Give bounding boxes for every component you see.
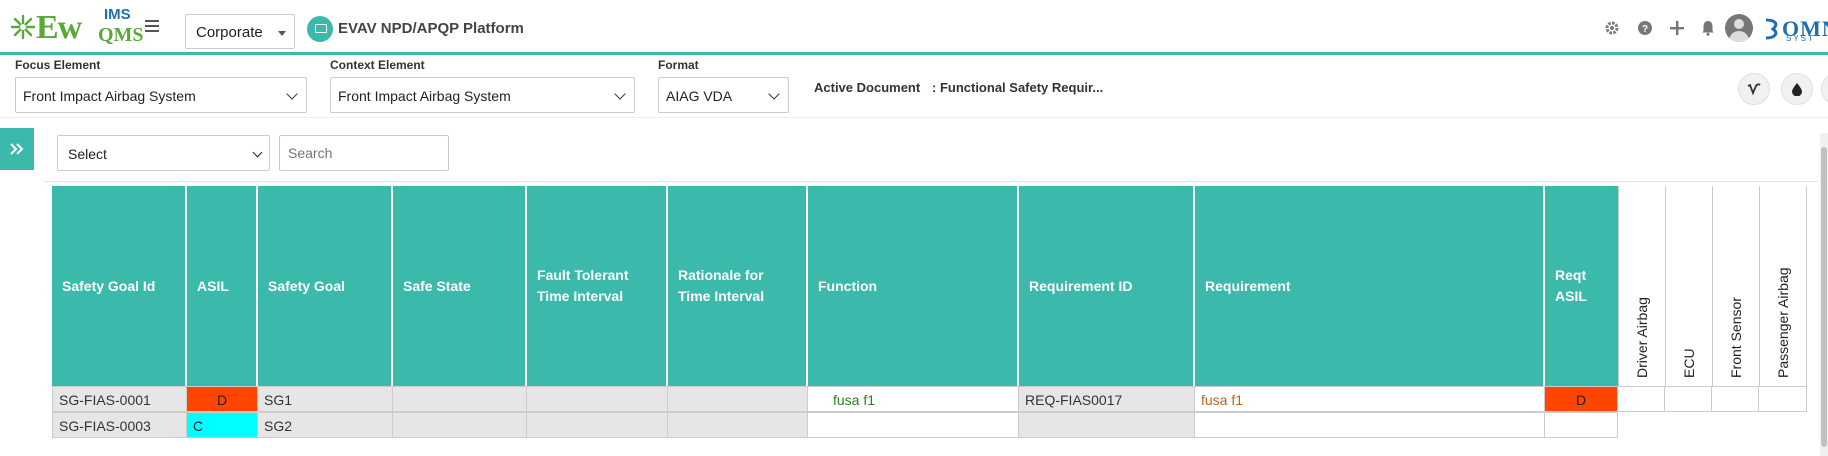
active-document-value[interactable]: : Functional Safety Requir... — [932, 80, 1103, 95]
menu-icon[interactable] — [145, 20, 159, 32]
rationale-cell[interactable] — [668, 386, 808, 412]
column-header-vertical[interactable]: Front Sensor — [1712, 186, 1759, 386]
chevron-down-icon — [286, 88, 298, 100]
ftti-cell[interactable] — [527, 412, 668, 438]
matrix-cell[interactable] — [1712, 386, 1759, 412]
vertical-column-label: ECU — [1681, 348, 1697, 378]
column-header[interactable]: ASIL — [187, 186, 258, 386]
safety-goal-id-cell[interactable]: SG-FIAS-0003 — [52, 412, 187, 438]
format-select[interactable]: AIAG VDA — [658, 77, 789, 113]
monitor-icon — [307, 16, 333, 42]
requirement-id-cell[interactable] — [1019, 412, 1195, 438]
asil-cell[interactable]: C — [187, 412, 258, 438]
table-filter-select[interactable]: Select — [57, 135, 270, 171]
logo-flower-icon — [10, 14, 36, 40]
safety-goal-cell[interactable]: SG1 — [258, 386, 393, 412]
avatar[interactable] — [1725, 14, 1753, 42]
platform-title: EVAV NPD/APQP Platform — [338, 20, 524, 37]
reqt-asil-cell[interactable] — [1545, 412, 1618, 438]
column-header[interactable]: Safe State — [393, 186, 527, 386]
column-header[interactable]: Safety Goal — [258, 186, 393, 386]
safety-goal-cell[interactable]: SG2 — [258, 412, 393, 438]
safety-goal-id-cell[interactable]: SG-FIAS-0001 — [52, 386, 187, 412]
table-row[interactable]: SG-FIAS-0003 C SG2 — [52, 412, 1807, 438]
column-header[interactable]: Safety Goal Id — [52, 186, 187, 386]
column-header[interactable]: Function — [808, 186, 1019, 386]
omni-logo-icon — [1765, 18, 1778, 40]
format-label: Format — [658, 58, 699, 72]
column-header-vertical[interactable]: Driver Airbag — [1618, 186, 1665, 386]
column-header-vertical[interactable]: ECU — [1665, 186, 1712, 386]
column-header-vertical[interactable]: Passenger Airbag — [1759, 186, 1807, 386]
bell-icon[interactable] — [1697, 14, 1719, 42]
column-header[interactable]: Requirement — [1195, 186, 1545, 386]
focus-element-label: Focus Element — [15, 58, 101, 72]
context-element-value: Front Impact Airbag System — [338, 88, 511, 104]
vertical-column-label: Front Sensor — [1728, 297, 1744, 378]
function-cell[interactable]: fusa f1 — [808, 386, 1019, 412]
filter-bar: Focus Element Front Impact Airbag System… — [0, 55, 1828, 118]
ftti-cell[interactable] — [527, 386, 668, 412]
table-filter-value: Select — [68, 146, 107, 162]
focus-element-value: Front Impact Airbag System — [23, 88, 196, 104]
scrollbar-thumb[interactable] — [1821, 147, 1827, 447]
active-document-label: Active Document — [814, 80, 921, 95]
chevron-down-icon — [614, 88, 626, 100]
format-value: AIAG VDA — [666, 88, 733, 104]
reqt-asil-cell[interactable]: D — [1545, 386, 1618, 412]
requirement-cell[interactable]: fusa f1 — [1195, 386, 1545, 412]
company-select[interactable]: Corporate — [185, 14, 295, 49]
droplet-icon[interactable] — [1781, 73, 1813, 105]
vertical-column-label: Driver Airbag — [1634, 297, 1650, 378]
matrix-cell[interactable] — [1618, 386, 1665, 412]
company-select-value: Corporate — [196, 24, 263, 41]
context-element-select[interactable]: Front Impact Airbag System — [330, 77, 635, 113]
context-element-label: Context Element — [330, 58, 425, 72]
logo-ims-text: IMS — [104, 6, 131, 23]
vimeo-icon[interactable] — [1738, 73, 1770, 105]
vertical-scrollbar[interactable] — [1820, 133, 1828, 456]
requirement-id-cell[interactable]: REQ-FIAS0017 — [1019, 386, 1195, 412]
column-header[interactable]: Fault Tolerant Time Interval — [527, 186, 668, 386]
search-input[interactable] — [279, 135, 449, 171]
column-header[interactable]: Reqt ASIL — [1545, 186, 1618, 386]
table-row[interactable]: SG-FIAS-0001 D SG1 fusa f1 REQ-FIAS0017 … — [52, 386, 1807, 412]
plus-icon[interactable] — [1666, 14, 1688, 42]
help-icon[interactable]: ? — [1634, 14, 1656, 42]
logo-ew-text: Ew — [36, 9, 82, 46]
gear-icon[interactable] — [1601, 14, 1623, 42]
focus-element-select[interactable]: Front Impact Airbag System — [15, 77, 307, 113]
top-header: Ew IMS QMS Corporate EVAV NPD/APQP Platf… — [0, 0, 1828, 55]
column-header[interactable]: Rationale for Time Interval — [668, 186, 808, 386]
logo-qms-text: QMS — [98, 24, 144, 46]
matrix-cell[interactable] — [1665, 386, 1712, 412]
double-chevron-right-icon — [10, 143, 24, 155]
requirement-cell[interactable] — [1195, 412, 1545, 438]
safe-state-cell[interactable] — [393, 412, 527, 438]
expand-sidebar-button[interactable] — [0, 128, 34, 170]
chevron-down-icon — [252, 147, 263, 158]
vertical-column-label: Passenger Airbag — [1775, 267, 1791, 378]
matrix-cell[interactable] — [1759, 386, 1807, 412]
rationale-cell[interactable] — [668, 412, 808, 438]
chevron-down-icon — [768, 88, 780, 100]
ewims-logo[interactable]: Ew IMS QMS — [10, 6, 144, 48]
divider — [44, 181, 1818, 182]
asil-cell[interactable]: D — [187, 386, 258, 412]
extra-round-button[interactable] — [1821, 73, 1828, 105]
safe-state-cell[interactable] — [393, 386, 527, 412]
omni-logo-subtext: SYST — [1786, 34, 1815, 43]
function-cell[interactable] — [808, 412, 1019, 438]
column-header[interactable]: Requirement ID — [1019, 186, 1195, 386]
svg-text:?: ? — [1642, 24, 1648, 35]
caret-down-icon — [278, 31, 286, 36]
